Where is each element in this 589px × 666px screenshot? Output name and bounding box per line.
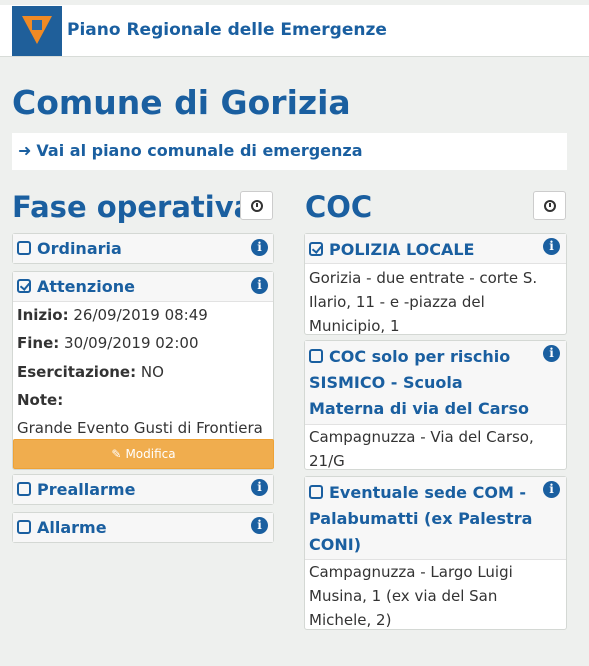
- phase-label: Attenzione: [37, 277, 135, 296]
- coc-card-sismico: COC solo per rischio SISMICO - Scuola Ma…: [304, 340, 567, 470]
- arrow-right-icon: ➜: [18, 141, 32, 160]
- plan-link-panel: ➜ Vai al piano comunale di emergenza: [12, 133, 567, 170]
- clock-icon: [251, 200, 263, 212]
- pencil-icon: ✎: [111, 447, 122, 461]
- plan-link-label: Vai al piano comunale di emergenza: [36, 141, 363, 160]
- phase-start: Inizio: 26/09/2019 08:49: [17, 306, 208, 324]
- checkbox-unchecked-icon: [309, 349, 323, 363]
- info-icon[interactable]: i: [543, 481, 560, 498]
- checkbox-checked-icon: [309, 242, 323, 256]
- info-icon[interactable]: i: [251, 479, 268, 496]
- phase-card-attenzione: Attenzione i Inizio: 26/09/2019 08:49 Fi…: [12, 271, 274, 470]
- app-title[interactable]: Piano Regionale delle Emergenze: [67, 20, 387, 40]
- coc-label: Eventuale sede COM - Palabumatti (ex Pal…: [309, 483, 533, 554]
- phase-notes-label: Note:: [17, 391, 64, 409]
- checkbox-unchecked-icon: [309, 485, 323, 499]
- coc-address: Campagnuzza - Largo Luigi Musina, 1 (ex …: [309, 563, 513, 629]
- checkbox-checked-icon: [17, 279, 31, 293]
- coc-card-palabumatti: Eventuale sede COM - Palabumatti (ex Pal…: [304, 476, 567, 630]
- phase-card-header: Allarme i: [13, 513, 273, 542]
- phase-end: Fine: 30/09/2019 02:00: [17, 334, 199, 352]
- modify-button[interactable]: ✎ Modifica: [13, 439, 274, 469]
- coc-address: Gorizia - due entrate - corte S. Ilario,…: [309, 269, 538, 335]
- coc-history-button[interactable]: [533, 191, 566, 220]
- coc-section-title: COC: [305, 190, 373, 224]
- phase-option-preallarme[interactable]: Preallarme: [17, 479, 135, 501]
- phase-card-ordinaria: Ordinaria i: [12, 233, 274, 264]
- phase-option-ordinaria[interactable]: Ordinaria: [17, 238, 122, 260]
- checkbox-unchecked-icon: [17, 241, 31, 255]
- phase-label: Ordinaria: [37, 239, 122, 258]
- info-icon[interactable]: i: [251, 277, 268, 294]
- coc-option-palabumatti[interactable]: Eventuale sede COM - Palabumatti (ex Pal…: [309, 480, 539, 558]
- phase-card-preallarme: Preallarme i: [12, 474, 274, 505]
- clock-icon: [544, 200, 556, 212]
- phase-option-attenzione[interactable]: Attenzione: [17, 276, 135, 298]
- phase-card-header: Ordinaria i: [13, 234, 273, 263]
- info-icon[interactable]: i: [543, 345, 560, 362]
- plan-link[interactable]: ➜ Vai al piano comunale di emergenza: [18, 141, 363, 160]
- phase-option-allarme[interactable]: Allarme: [17, 517, 107, 539]
- checkbox-unchecked-icon: [17, 520, 31, 534]
- phase-card-header: Attenzione i: [13, 272, 273, 302]
- modify-label: Modifica: [125, 447, 176, 461]
- coc-card-header: Eventuale sede COM - Palabumatti (ex Pal…: [305, 477, 566, 560]
- info-icon[interactable]: i: [251, 517, 268, 534]
- protezione-civile-logo[interactable]: [12, 6, 62, 56]
- coc-option-polizia[interactable]: POLIZIA LOCALE: [309, 237, 539, 263]
- coc-address: Campagnuzza - Via del Carso, 21/G: [309, 428, 534, 470]
- info-icon[interactable]: i: [543, 238, 560, 255]
- coc-card-header: POLIZIA LOCALE i: [305, 234, 566, 264]
- coc-label: POLIZIA LOCALE: [329, 240, 475, 259]
- phase-notes-value: Grande Evento Gusti di Frontiera: [17, 419, 263, 437]
- phase-label: Preallarme: [37, 480, 136, 499]
- phase-card-allarme: Allarme i: [12, 512, 274, 543]
- checkbox-unchecked-icon: [17, 482, 31, 496]
- logo-square: [32, 20, 42, 30]
- phase-history-button[interactable]: [240, 191, 273, 220]
- phase-card-header: Preallarme i: [13, 475, 273, 504]
- coc-card-polizia: POLIZIA LOCALE i Gorizia - due entrate -…: [304, 233, 567, 335]
- phase-drill: Esercitazione: NO: [17, 363, 164, 381]
- page-title: Comune di Gorizia: [12, 83, 351, 122]
- coc-option-sismico[interactable]: COC solo per rischio SISMICO - Scuola Ma…: [309, 344, 539, 422]
- info-icon[interactable]: i: [251, 239, 268, 256]
- top-navbar: Piano Regionale delle Emergenze: [0, 5, 589, 57]
- coc-card-header: COC solo per rischio SISMICO - Scuola Ma…: [305, 341, 566, 425]
- phase-label: Allarme: [37, 518, 107, 537]
- coc-label: COC solo per rischio SISMICO - Scuola Ma…: [309, 347, 529, 418]
- phase-section-title: Fase operativa: [12, 190, 254, 224]
